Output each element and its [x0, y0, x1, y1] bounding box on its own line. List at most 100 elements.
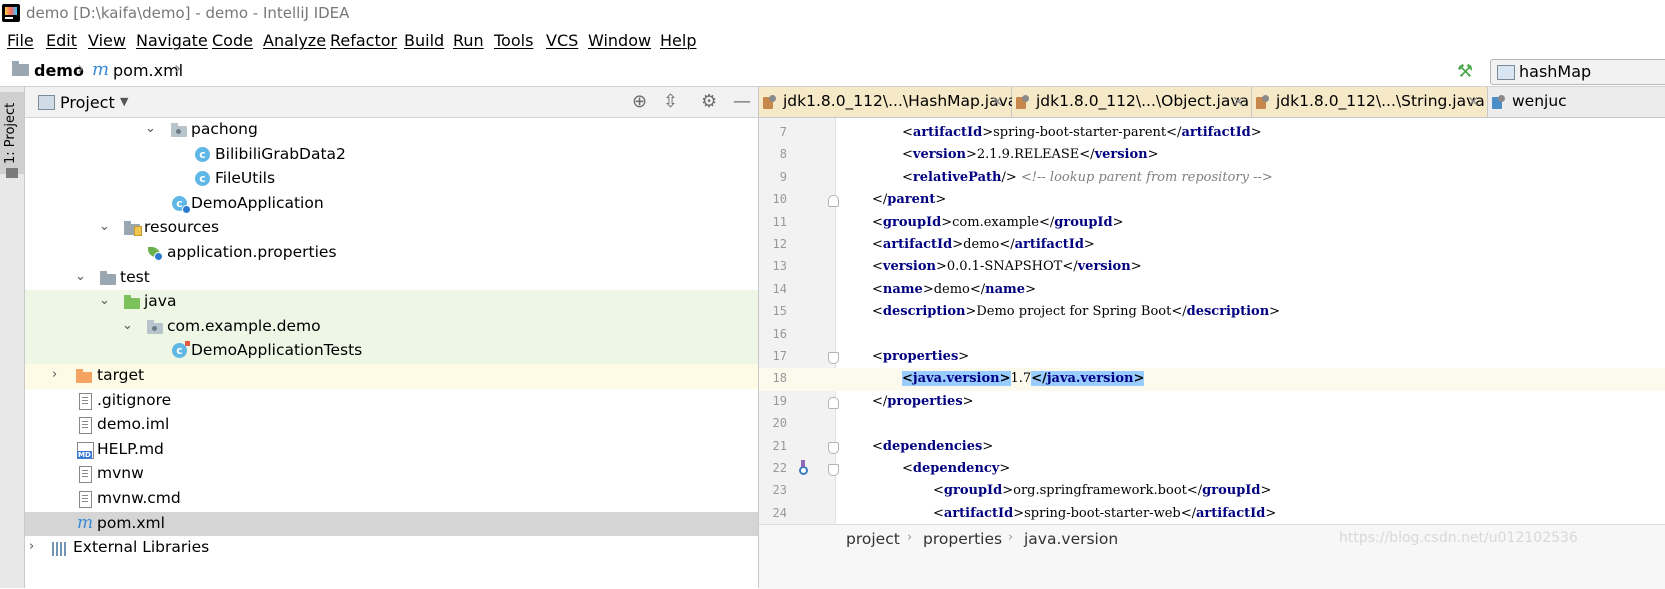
chevron-down-icon[interactable]: ⌄ — [145, 121, 156, 136]
tree-item[interactable]: application.properties — [25, 241, 758, 266]
run-configuration-select[interactable]: hashMap — [1490, 59, 1665, 85]
tab-label: jdk1.8.0_112\...\Object.java — [1036, 92, 1250, 110]
chevron-right-icon[interactable]: › — [52, 367, 57, 382]
tree-item[interactable]: c DemoApplication — [25, 192, 758, 217]
tree-item[interactable]: mvnw.cmd — [25, 487, 758, 512]
chevron-down-icon[interactable]: ⌄ — [99, 293, 110, 308]
tree-item[interactable]: › External Libraries — [25, 536, 758, 561]
menu-run[interactable]: Run — [453, 31, 484, 50]
line-number: 9 — [779, 169, 787, 184]
tree-item[interactable]: ⌄ com.example.demo — [25, 314, 758, 340]
fold-marker-icon[interactable] — [828, 396, 839, 409]
menu-help[interactable]: Help — [660, 31, 696, 50]
code-line: 9 <relativePath/> <!-- lookup parent fro… — [759, 167, 1665, 189]
spring-boot-class-icon: c — [172, 195, 191, 214]
menu-view[interactable]: View — [88, 31, 126, 50]
line-number: 20 — [772, 416, 787, 431]
xml-value: Demo project for Spring Boot — [976, 304, 1172, 320]
fold-marker-icon[interactable] — [828, 464, 839, 476]
tree-item[interactable]: ⌄ pachong — [25, 118, 758, 143]
resources-folder-icon — [124, 221, 142, 237]
menu-navigate[interactable]: Navigate — [136, 31, 208, 50]
maven-file-icon: m — [92, 59, 110, 80]
caret-down-icon[interactable]: ▼ — [120, 95, 128, 108]
tree-item-label: BilibiliGrabData2 — [215, 144, 346, 163]
tree-item[interactable]: m pom.xml — [25, 511, 758, 537]
nav-file-crumb[interactable]: pom.xml — [113, 61, 183, 80]
tree-item[interactable]: HELP.md — [25, 438, 758, 463]
close-icon[interactable]: × — [1467, 92, 1480, 110]
chevron-down-icon[interactable]: ⌄ — [99, 219, 110, 234]
collapse-all-icon[interactable]: ⇳ — [663, 91, 678, 112]
line-number: 18 — [772, 371, 787, 386]
menu-build[interactable]: Build — [404, 31, 444, 50]
tree-item[interactable]: mvnw — [25, 462, 758, 487]
tree-item[interactable]: › target — [25, 364, 758, 389]
menu-window[interactable]: Window — [588, 31, 651, 50]
code-line: 12 <artifactId>demo</artifactId> — [759, 234, 1665, 256]
menu-vcs[interactable]: VCS — [546, 31, 578, 50]
tree-item-label: com.example.demo — [167, 316, 321, 335]
chevron-right-icon[interactable]: › — [29, 539, 34, 554]
menu-code[interactable]: Code — [212, 31, 253, 50]
fold-marker-icon[interactable] — [828, 352, 839, 364]
editor-tab-wenjuc[interactable]: wenjuc — [1488, 87, 1665, 117]
close-icon[interactable]: × — [1232, 92, 1245, 110]
build-hammer-icon[interactable]: ⚒ — [1457, 61, 1473, 82]
run-config-label: hashMap — [1519, 62, 1592, 81]
tree-item[interactable]: ⌄ resources — [25, 216, 758, 241]
code-line: 22 <dependency> — [759, 458, 1665, 480]
close-icon[interactable]: × — [991, 92, 1004, 110]
xml-tag: groupId — [882, 214, 942, 230]
xml-tag: artifactId — [1196, 505, 1266, 521]
project-view-title[interactable]: Project — [60, 93, 115, 112]
line-number: 21 — [772, 438, 787, 453]
tree-item-label: test — [120, 267, 150, 286]
breadcrumb-project[interactable]: project — [846, 530, 900, 548]
tree-item-label: DemoApplication — [191, 193, 324, 212]
xml-tag: groupId — [1202, 483, 1261, 499]
editor-tab-string[interactable]: jdk1.8.0_112\...\String.java × — [1252, 87, 1488, 117]
xml-value: demo — [933, 281, 970, 297]
editor-tab-hashmap[interactable]: jdk1.8.0_112\...\HashMap.java × — [759, 87, 1017, 117]
gear-icon[interactable]: ⚙ — [701, 91, 717, 112]
fold-marker-icon[interactable] — [828, 441, 839, 454]
xml-tag: parent — [887, 192, 936, 208]
locate-target-icon[interactable]: ⊕ — [632, 91, 647, 112]
tree-item[interactable]: ⌄ test — [25, 266, 758, 291]
menu-file[interactable]: File — [7, 31, 34, 50]
window-title: demo [D:\kaifa\demo] - demo - IntelliJ I… — [26, 4, 350, 22]
tree-item[interactable]: .gitignore — [25, 389, 758, 414]
menu-tools[interactable]: Tools — [494, 31, 533, 50]
chevron-down-icon[interactable]: ⌄ — [75, 269, 86, 284]
code-line: 15 <description>Demo project for Spring … — [759, 301, 1665, 323]
menu-edit[interactable]: Edit — [46, 31, 77, 50]
tree-item[interactable]: c FileUtils — [25, 167, 758, 192]
breadcrumb-properties[interactable]: properties — [923, 530, 1002, 548]
folder-icon — [100, 270, 116, 285]
editor-tab-object[interactable]: jdk1.8.0_112\...\Object.java × — [1012, 87, 1252, 117]
class-icon: c — [195, 171, 210, 187]
menu-refactor[interactable]: Refactor — [330, 31, 397, 50]
code-editor[interactable]: 7 <artifactId>spring-boot-starter-parent… — [759, 118, 1665, 524]
tree-item[interactable]: c DemoApplicationTests — [25, 339, 758, 364]
current-code-line: 18 <java.version>1.7</java.version> — [759, 368, 1665, 391]
breadcrumb-java-version[interactable]: java.version — [1024, 530, 1118, 548]
tree-item[interactable]: demo.iml — [25, 413, 758, 438]
fold-marker-icon[interactable] — [828, 195, 839, 208]
minimize-icon[interactable]: — — [733, 91, 751, 112]
tree-item[interactable]: c BilibiliGrabData2 — [25, 143, 758, 168]
xml-tag: description — [1186, 304, 1270, 320]
menu-analyze[interactable]: Analyze — [263, 31, 326, 50]
xml-value: com.example — [952, 214, 1039, 230]
xml-value: 0.0.1-SNAPSHOT — [946, 259, 1063, 275]
tree-item[interactable]: ⌄ java — [25, 290, 758, 315]
xml-value: 2.1.9.RELEASE — [976, 147, 1080, 163]
xml-tag: version — [1077, 259, 1131, 275]
maven-override-icon[interactable] — [796, 460, 809, 475]
project-tool-tab[interactable]: 1: Project — [0, 92, 24, 178]
tab-label: wenjuc — [1512, 92, 1567, 110]
xml-tag: relativePath — [912, 169, 1002, 185]
chevron-down-icon[interactable]: ⌄ — [122, 318, 133, 333]
xml-tag: name — [985, 281, 1026, 297]
